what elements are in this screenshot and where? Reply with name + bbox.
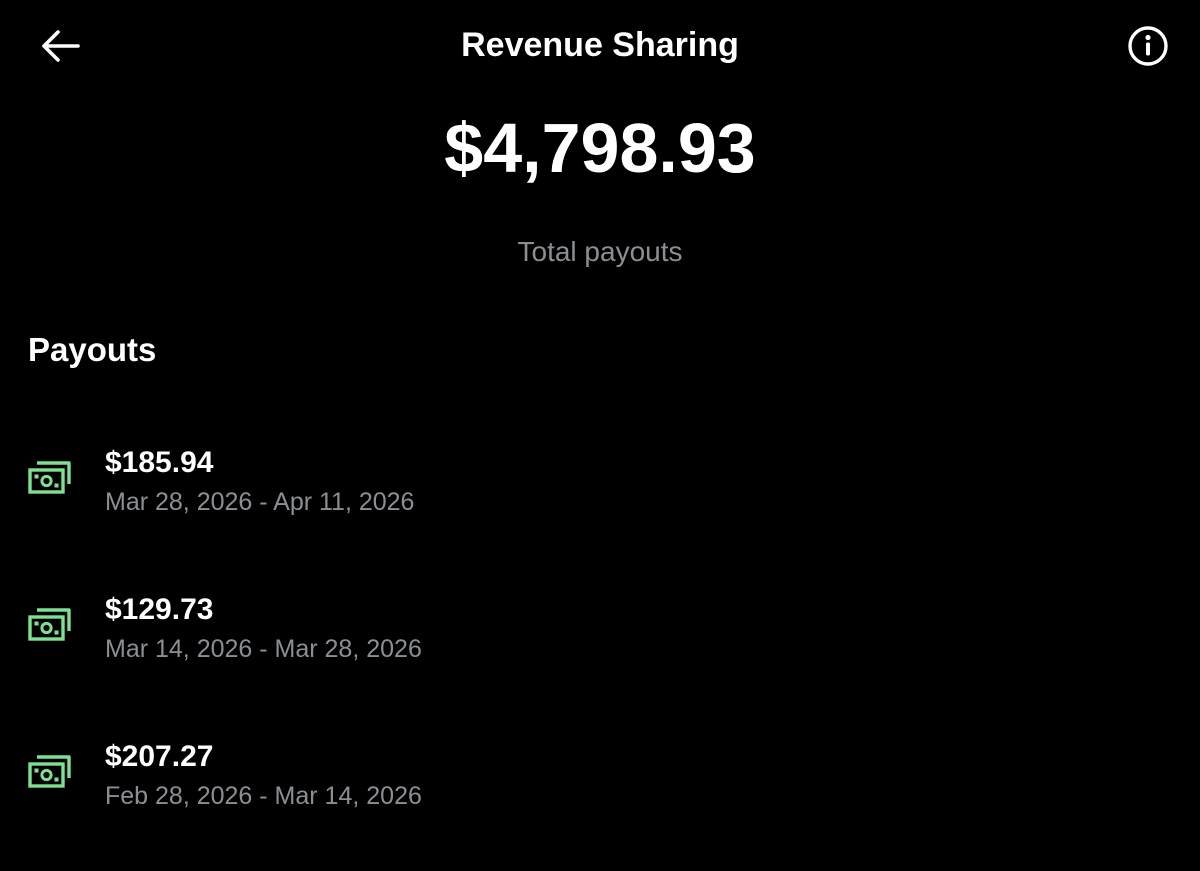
info-circle-icon [1128,26,1168,66]
money-bill-icon [28,461,71,494]
money-bill-icon [28,755,71,788]
arrow-left-icon [42,30,80,62]
info-button[interactable] [1124,22,1172,70]
total-payout-amount: $4,798.93 [444,109,756,187]
payout-item[interactable]: $207.27 Feb 28, 2026 - Mar 14, 2026 [0,724,1200,871]
payout-amount: $129.73 [105,593,214,626]
payout-amount: $207.27 [105,740,214,773]
payout-date-range: Feb 28, 2026 - Mar 14, 2026 [105,782,422,810]
payout-item[interactable]: $185.94 Mar 28, 2026 - Apr 11, 2026 [0,430,1200,577]
total-payout-label: Total payouts [517,236,683,267]
payout-date-range: Mar 28, 2026 - Apr 11, 2026 [105,488,415,516]
payout-list: $185.94 Mar 28, 2026 - Apr 11, 2026 $129… [0,430,1200,871]
payouts-section-title: Payouts [28,331,157,368]
money-bill-icon [28,608,71,641]
top-bar: Revenue Sharing [0,0,1200,90]
page-title: Revenue Sharing [461,26,739,64]
payout-item[interactable]: $129.73 Mar 14, 2026 - Mar 28, 2026 [0,577,1200,724]
back-button[interactable] [36,24,84,68]
payout-date-range: Mar 14, 2026 - Mar 28, 2026 [105,635,422,663]
payout-amount: $185.94 [105,446,214,479]
